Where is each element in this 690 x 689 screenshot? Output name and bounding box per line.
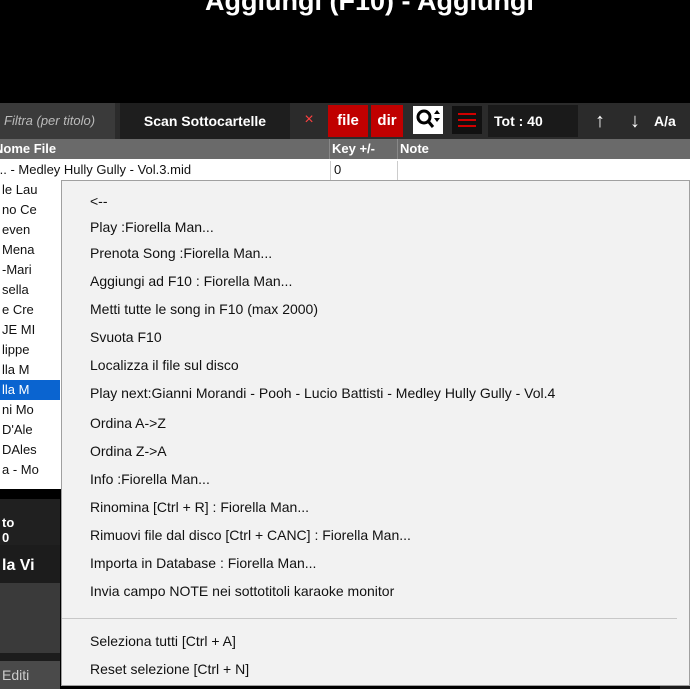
table-row[interactable]: ... - Medley Hully Gully - Vol.3.mid 0 xyxy=(0,161,690,181)
menu-separator xyxy=(62,618,677,619)
row-key: 0 xyxy=(334,162,342,177)
toolbar: Filtra (per titolo) Scan Sottocartelle ×… xyxy=(0,103,690,139)
list-item[interactable]: no Ce xyxy=(0,200,60,220)
left-info-text-1: to xyxy=(2,515,15,530)
total-count: Tot : 40 xyxy=(488,105,578,137)
left-info-block: to 0 xyxy=(0,499,60,545)
list-item[interactable]: -Mari xyxy=(0,260,60,280)
grid-header: Nome File Key +/- Note xyxy=(0,139,690,159)
left-panel-label: la Vi xyxy=(2,557,35,574)
menu-item[interactable]: Localizza il file sul disco xyxy=(90,352,239,378)
column-header-key[interactable]: Key +/- xyxy=(330,139,398,159)
menu-item[interactable]: Info :Fiorella Man... xyxy=(90,466,210,492)
list-item[interactable]: lla M xyxy=(0,380,60,400)
menu-item[interactable]: Importa in Database : Fiorella Man... xyxy=(90,550,316,576)
list-item[interactable]: even xyxy=(0,220,60,240)
left-info-text-2: 0 xyxy=(2,530,10,545)
clear-icon[interactable]: × xyxy=(295,103,323,139)
menu-item[interactable]: Svuota F10 xyxy=(90,324,162,350)
list-item[interactable]: D'Ale xyxy=(0,420,60,440)
list-item[interactable]: ni Mo xyxy=(0,400,60,420)
menu-item[interactable]: Ordina Z->A xyxy=(90,438,167,464)
list-item[interactable]: e Cre xyxy=(0,300,60,320)
list-item[interactable]: JE MI xyxy=(0,320,60,340)
menu-item[interactable]: Aggiungi ad F10 : Fiorella Man... xyxy=(90,268,292,294)
move-down-icon[interactable]: ↓ xyxy=(622,103,648,139)
list-item[interactable]: lippe xyxy=(0,340,60,360)
edit-button[interactable]: Editi xyxy=(0,661,60,689)
list-item[interactable]: a - Mo xyxy=(0,460,60,480)
list-item[interactable]: le Lau xyxy=(0,180,60,200)
column-header-name[interactable]: Nome File xyxy=(0,139,330,159)
menu-item[interactable]: Rimuovi file dal disco [Ctrl + CANC] : F… xyxy=(90,522,411,548)
search-settings-icon[interactable] xyxy=(413,106,443,134)
scan-subfolders-button[interactable]: Scan Sottocartelle xyxy=(120,103,290,139)
list-item[interactable]: Mena xyxy=(0,240,60,260)
menu-item[interactable]: Rinomina [Ctrl + R] : Fiorella Man... xyxy=(90,494,309,520)
menu-item[interactable]: Ordina A->Z xyxy=(90,410,166,436)
list-item[interactable]: sella xyxy=(0,280,60,300)
menu-item[interactable]: Play next:Gianni Morandi - Pooh - Lucio … xyxy=(90,380,555,406)
menu-item[interactable]: Metti tutte le song in F10 (max 2000) xyxy=(90,296,318,322)
file-list-partial: le Lau no Ce even Mena -Mari sella e Cre JE MI l… xyxy=(0,180,60,480)
row-file-name: ... - Medley Hully Gully - Vol.3.mid xyxy=(0,162,192,177)
menu-item[interactable]: Prenota Song :Fiorella Man... xyxy=(90,240,272,266)
sort-case-button[interactable]: A/a xyxy=(654,103,676,139)
menu-item[interactable]: Seleziona tutti [Ctrl + A] xyxy=(90,628,236,654)
move-up-icon[interactable]: ↑ xyxy=(587,103,613,139)
list-item[interactable]: DAles xyxy=(0,440,60,460)
file-button[interactable]: file xyxy=(328,105,368,137)
left-panel-area xyxy=(0,583,60,653)
dir-button[interactable]: dir xyxy=(371,105,403,137)
search-input[interactable]: Filtra (per titolo) xyxy=(0,103,115,139)
left-lower-panel: to 0 la Vi Editi xyxy=(0,499,60,689)
list-view-icon[interactable] xyxy=(452,106,482,134)
menu-item[interactable]: <-- xyxy=(90,188,108,214)
menu-item[interactable]: Reset selezione [Ctrl + N] xyxy=(90,656,249,682)
column-header-note[interactable]: Note xyxy=(398,139,690,159)
menu-item[interactable]: Play :Fiorella Man... xyxy=(90,214,214,240)
menu-item[interactable]: Invia campo NOTE nei sottotitoli karaoke… xyxy=(90,578,394,604)
list-item[interactable]: lla M xyxy=(0,360,60,380)
window-title: Aggiungi (F10) - Aggiungi xyxy=(205,0,534,16)
context-menu: <-- Play :Fiorella Man... Prenota Song :Fi… xyxy=(61,180,690,686)
